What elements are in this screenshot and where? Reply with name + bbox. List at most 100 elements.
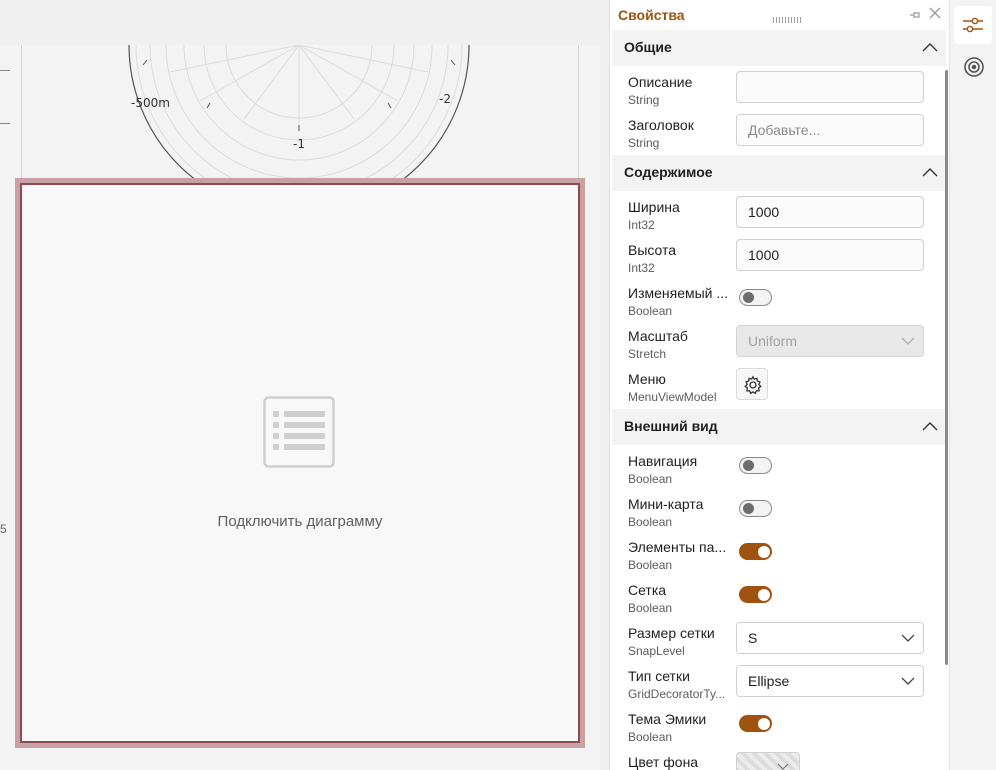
pin-icon[interactable] (908, 8, 922, 22)
properties-tab-button[interactable] (954, 6, 992, 44)
section-title: Внешний вид (624, 418, 718, 434)
prop-name: Тип сетки (628, 668, 690, 684)
section-title: Содержимое (624, 164, 713, 180)
prop-name: Описание (628, 74, 693, 90)
properties-panel: Свойства Общие Описание String Заголовок… (609, 0, 949, 770)
chevron-down-icon (901, 677, 915, 685)
prop-grid-type: Тип сетки GridDecoratorTy... Ellipse (610, 665, 946, 708)
toggle-knob (758, 718, 770, 730)
scale-select[interactable]: Uniform (736, 325, 924, 357)
prop-name: Изменяемый ... (628, 285, 729, 301)
prop-name: Навигация (628, 453, 698, 469)
chevron-up-icon[interactable] (922, 41, 938, 53)
chevron-up-icon[interactable] (922, 166, 938, 178)
elements-toggle[interactable] (739, 543, 772, 560)
prop-description: Описание String (610, 71, 946, 114)
prop-elements: Элементы па... Boolean (610, 536, 946, 579)
prop-type: Int32 (628, 261, 655, 275)
prop-grid: Сетка Boolean (610, 579, 946, 622)
grid-toggle[interactable] (739, 586, 772, 603)
prop-type: Boolean (628, 601, 673, 615)
prop-name: Тема Эмики (628, 711, 707, 727)
panel-scrollbar[interactable] (945, 70, 948, 665)
prop-header: Заголовок String (610, 114, 946, 157)
prop-type: Int32 (628, 218, 655, 232)
polar-chart (128, 45, 470, 180)
prop-name: Мини-карта (628, 496, 704, 512)
bg-color-picker[interactable] (736, 752, 800, 770)
emika-theme-toggle[interactable] (739, 715, 772, 732)
grid-type-select[interactable]: Ellipse (736, 665, 924, 697)
chevron-down-icon (901, 337, 915, 345)
toggle-knob (743, 460, 754, 471)
height-input[interactable] (736, 239, 924, 271)
prop-name: Ширина (628, 199, 680, 215)
chart-tick-label: -2 (439, 92, 451, 106)
prop-name: Сетка (628, 582, 667, 598)
grid-size-select[interactable]: S (736, 622, 924, 654)
prop-name: Элементы па... (628, 539, 727, 555)
toggle-knob (758, 589, 770, 601)
gear-icon (744, 375, 762, 395)
chevron-down-icon (901, 634, 915, 642)
prop-height: Высота Int32 (610, 239, 946, 282)
section-title: Общие (624, 39, 672, 55)
resizable-toggle[interactable] (739, 289, 772, 306)
prop-grid-size: Размер сетки SnapLevel S (610, 622, 946, 665)
prop-name: Меню (628, 371, 666, 387)
close-icon[interactable] (928, 6, 942, 20)
prop-resizable: Изменяемый ... Boolean (610, 282, 946, 325)
prop-name: Высота (628, 242, 677, 258)
select-value: S (748, 630, 758, 646)
section-content-header[interactable]: Содержимое (612, 155, 946, 191)
toggle-knob (743, 292, 754, 303)
prop-type: GridDecoratorTy... (628, 687, 726, 701)
prop-name: Масштаб (628, 328, 688, 344)
connect-diagram-link[interactable]: Подключить диаграмму (20, 513, 580, 530)
prop-type: String (628, 93, 660, 107)
diagram-canvas[interactable]: -500m -2 -1 5 Подключить диаграмму (0, 0, 612, 770)
minimap-toggle[interactable] (739, 500, 772, 517)
toggle-knob (743, 503, 754, 514)
prop-name: Цвет фона (628, 754, 699, 770)
prop-scale: Масштаб Stretch Uniform (610, 325, 946, 368)
prop-bg-color: Цвет фона (610, 751, 946, 770)
width-input[interactable] (736, 196, 924, 228)
prop-type: Stretch (628, 347, 667, 361)
panel-header[interactable]: Свойства (610, 0, 950, 30)
chart-tick-label: -1 (293, 137, 305, 151)
prop-emika-theme: Тема Эмики Boolean (610, 708, 946, 751)
prop-type: Boolean (628, 472, 673, 486)
chart-tick-label: -500m (131, 96, 170, 110)
section-appearance-header[interactable]: Внешний вид (612, 409, 946, 445)
prop-type: String (628, 136, 660, 150)
prop-type: Boolean (628, 515, 673, 529)
activity-rail (949, 0, 996, 770)
sliders-icon (963, 17, 983, 33)
panel-title: Свойства (618, 7, 685, 23)
select-value: Ellipse (748, 673, 790, 689)
menu-settings-button[interactable] (736, 368, 768, 400)
diagram-placeholder-frame[interactable]: Подключить диаграмму (15, 178, 585, 748)
chevron-down-icon (777, 763, 789, 770)
select-value: Uniform (748, 333, 798, 349)
header-input[interactable] (736, 114, 924, 146)
list-icon (263, 396, 335, 468)
chevron-up-icon[interactable] (922, 420, 938, 432)
axis-label: 5 (0, 522, 7, 536)
prop-menu: Меню MenuViewModel (610, 368, 946, 411)
prop-name: Заголовок (628, 117, 694, 133)
prop-type: MenuViewModel (628, 390, 717, 404)
prop-navigation: Навигация Boolean (610, 450, 946, 493)
target-icon[interactable] (963, 56, 985, 78)
prop-type: Boolean (628, 304, 673, 318)
navigation-toggle[interactable] (739, 457, 772, 474)
description-input[interactable] (736, 71, 924, 103)
prop-minimap: Мини-карта Boolean (610, 493, 946, 536)
toggle-knob (758, 546, 770, 558)
section-general-header[interactable]: Общие (612, 30, 946, 66)
drag-handle[interactable] (773, 10, 807, 23)
prop-name: Размер сетки (628, 625, 715, 641)
prop-type: Boolean (628, 558, 673, 572)
prop-type: SnapLevel (628, 644, 685, 658)
